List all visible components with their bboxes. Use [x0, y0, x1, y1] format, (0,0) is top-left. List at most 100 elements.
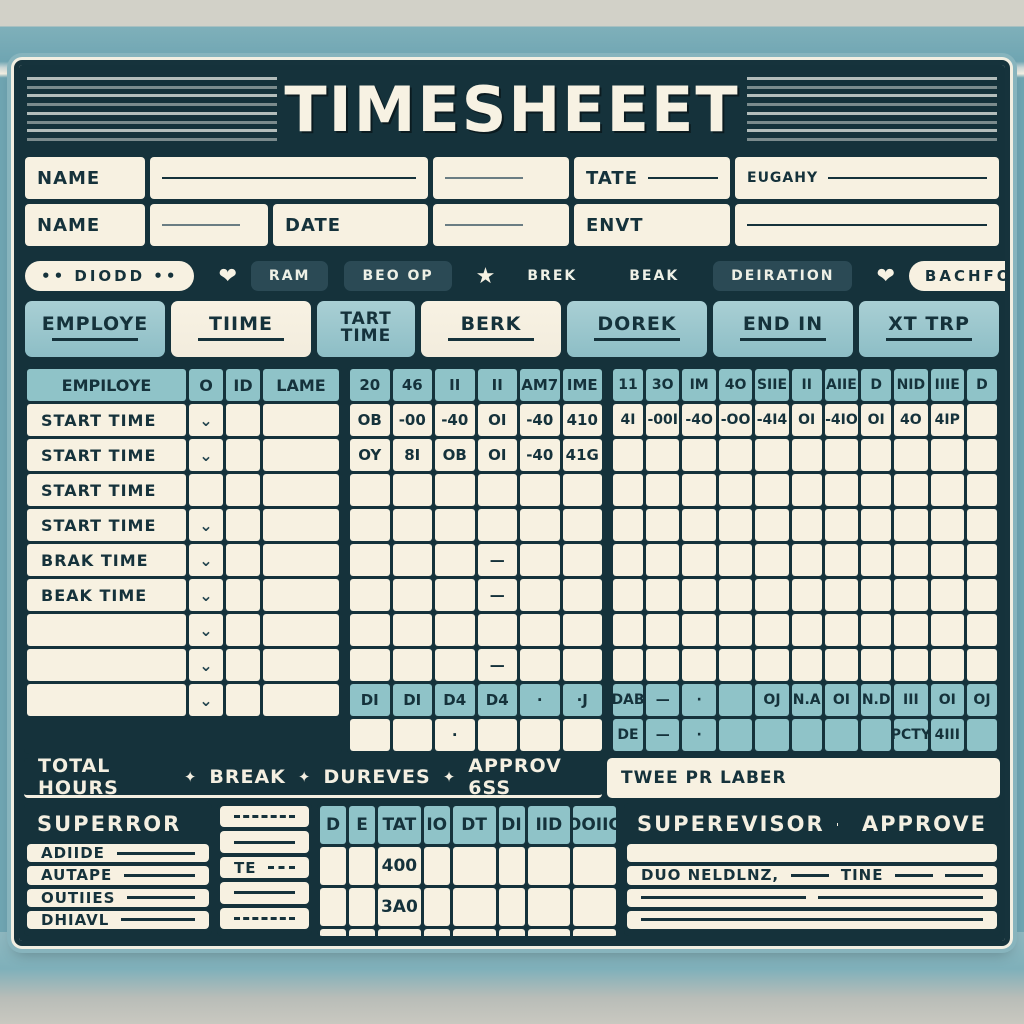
- summary-note-field[interactable]: TWEE PR LABER: [607, 758, 1000, 798]
- grid-summary-cell[interactable]: PCTY: [894, 719, 928, 751]
- grid-cell[interactable]: 4O: [894, 404, 928, 436]
- grid-summary-cell[interactable]: [755, 719, 789, 751]
- grid-cell[interactable]: [349, 929, 375, 936]
- grid-cell[interactable]: [350, 649, 390, 681]
- grid-cell[interactable]: [520, 579, 560, 611]
- grid-cell[interactable]: [755, 509, 789, 541]
- grid-header-cell[interactable]: 46: [392, 369, 432, 401]
- grid-cell[interactable]: [263, 544, 339, 576]
- field-envt[interactable]: ENVT: [574, 204, 730, 246]
- grid-header-cell[interactable]: O: [189, 369, 223, 401]
- field-name-2-input[interactable]: [150, 204, 268, 246]
- grid-cell[interactable]: [520, 544, 560, 576]
- grid-cell[interactable]: -4IO: [824, 404, 859, 436]
- grid-cell[interactable]: [682, 649, 716, 681]
- grid-header-cell[interactable]: 20: [350, 369, 390, 401]
- grid-summary-cell[interactable]: D4: [435, 684, 475, 716]
- grid-cell[interactable]: ⌄: [189, 509, 223, 541]
- grid-cell[interactable]: [861, 649, 892, 681]
- grid-summary-cell[interactable]: D4: [477, 684, 517, 716]
- grid-cell[interactable]: [718, 649, 753, 681]
- grid-header-cell[interactable]: IIIE: [930, 369, 964, 401]
- grid-cell[interactable]: [189, 474, 223, 506]
- grid-cell[interactable]: [682, 544, 716, 576]
- grid-cell[interactable]: [423, 929, 450, 936]
- grid-cell[interactable]: [392, 649, 432, 681]
- grid-cell[interactable]: -4I4: [755, 404, 789, 436]
- grid-summary-cell[interactable]: —: [646, 684, 680, 716]
- grid-cell[interactable]: [930, 649, 964, 681]
- grid-cell[interactable]: [613, 509, 643, 541]
- grid-header-cell[interactable]: DI: [498, 806, 525, 844]
- grid-cell[interactable]: ⌄: [189, 579, 223, 611]
- grid-cell[interactable]: [263, 404, 339, 436]
- grid-cell[interactable]: ⌄: [189, 684, 223, 716]
- supervisor-row-adiide[interactable]: ADIIDE: [27, 844, 209, 863]
- grid-cell[interactable]: [263, 509, 339, 541]
- grid-summary-cell[interactable]: [791, 719, 822, 751]
- grid-cell[interactable]: [226, 684, 260, 716]
- grid-header-cell[interactable]: IO: [423, 806, 450, 844]
- grid-cell[interactable]: [573, 847, 616, 885]
- grid-cell[interactable]: [966, 544, 997, 576]
- grid-cell[interactable]: -40: [520, 439, 560, 471]
- grid-cell[interactable]: [791, 649, 822, 681]
- grid-cell[interactable]: [966, 649, 997, 681]
- grid-cell[interactable]: 4IP: [930, 404, 964, 436]
- grid-cell[interactable]: OI: [861, 404, 892, 436]
- grid-cell[interactable]: [966, 509, 997, 541]
- grid-cell[interactable]: [824, 579, 859, 611]
- grid-cell[interactable]: [966, 579, 997, 611]
- grid-cell[interactable]: [718, 614, 753, 646]
- grid-cell[interactable]: [930, 614, 964, 646]
- toolbar-button-xt-trp[interactable]: XT TRP: [859, 301, 999, 357]
- grid-cell[interactable]: [320, 847, 346, 885]
- grid-header-cell[interactable]: EMPILOYE: [27, 369, 186, 401]
- supervisor-row-outiies[interactable]: OUTIIES: [27, 888, 209, 907]
- grid-row-label[interactable]: START TIME: [27, 439, 186, 471]
- grid-row-label[interactable]: BRAK TIME: [27, 544, 186, 576]
- grid-footer-cell[interactable]: [477, 719, 517, 751]
- grid-header-cell[interactable]: SIIE: [755, 369, 789, 401]
- grid-cell[interactable]: [824, 649, 859, 681]
- grid-cell[interactable]: [861, 474, 892, 506]
- grid-cell[interactable]: [477, 474, 517, 506]
- grid-summary-cell[interactable]: N.D: [861, 684, 892, 716]
- approval-row-blank-3[interactable]: [627, 910, 997, 929]
- grid-header-cell[interactable]: D: [861, 369, 892, 401]
- grid-cell[interactable]: —: [477, 544, 517, 576]
- grid-cell[interactable]: -40: [520, 404, 560, 436]
- grid-cell[interactable]: [573, 888, 616, 926]
- grid-cell[interactable]: [861, 614, 892, 646]
- grid-summary-cell[interactable]: [718, 719, 753, 751]
- grid-cell[interactable]: [573, 929, 616, 936]
- approve-label[interactable]: APPROVE: [862, 812, 987, 836]
- approval-row-blank-2[interactable]: [627, 888, 997, 907]
- grid-cell[interactable]: [755, 544, 789, 576]
- grid-cell[interactable]: [930, 474, 964, 506]
- toolbar-button-tiime[interactable]: TIIME: [171, 301, 311, 357]
- grid-header-cell[interactable]: AIIE: [824, 369, 859, 401]
- grid-cell[interactable]: -OO: [718, 404, 753, 436]
- grid-cell[interactable]: [350, 614, 390, 646]
- grid-cell[interactable]: [562, 474, 602, 506]
- toolbar-button-berk[interactable]: BERK: [421, 301, 561, 357]
- grid-header-cell[interactable]: II: [477, 369, 517, 401]
- grid-footer-cell[interactable]: ·: [435, 719, 475, 751]
- grid-header-cell[interactable]: AM7: [520, 369, 560, 401]
- grid-cell[interactable]: [520, 474, 560, 506]
- note-row-1[interactable]: [220, 806, 309, 828]
- note-row-5[interactable]: [220, 907, 309, 930]
- grid-cell[interactable]: [682, 474, 716, 506]
- toolbar-chip-deiration[interactable]: DEIRATION: [713, 261, 853, 291]
- grid-cell[interactable]: [718, 439, 753, 471]
- grid-cell[interactable]: [527, 929, 571, 936]
- toolbar-chip-beo-op[interactable]: BEO OP: [344, 261, 452, 291]
- grid-summary-cell[interactable]: [966, 719, 997, 751]
- grid-cell[interactable]: [930, 544, 964, 576]
- grid-summary-cell[interactable]: DAB: [613, 684, 643, 716]
- grid-cell[interactable]: [824, 474, 859, 506]
- grid-cell[interactable]: [477, 614, 517, 646]
- note-row-3[interactable]: TE: [220, 856, 309, 879]
- grid-cell[interactable]: [646, 649, 680, 681]
